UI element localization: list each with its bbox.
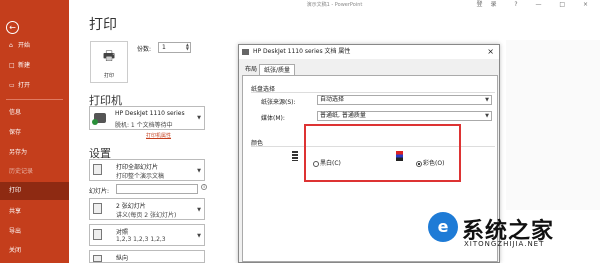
media-select[interactable]: 普通纸, 普通质量 ▼ — [317, 111, 492, 121]
print-button-label: 打印 — [103, 73, 114, 79]
radio-label: 黑白(C) — [320, 160, 341, 167]
watermark-logo-icon: e — [428, 212, 458, 242]
portrait-icon — [93, 255, 102, 262]
black-white-icon — [292, 151, 298, 161]
radio-black-white[interactable]: 黑白(C) — [313, 158, 341, 167]
slides-icon — [93, 164, 102, 175]
watermark-url: XITONGZHIJIA.NET — [464, 240, 545, 248]
option-title: 纵向 — [116, 255, 129, 262]
slides-label: 幻灯片: — [89, 188, 110, 195]
option-subtitle: 1,2,3 1,2,3 1,2,3 — [116, 236, 166, 243]
nav-open[interactable]: ▭ 打开 — [0, 77, 69, 95]
dialog-title: HP DeskJet 1110 series 文档 属性 × — [239, 45, 499, 59]
option-title: 2 张幻灯片 — [116, 203, 146, 210]
print-heading: 打印 — [89, 17, 117, 33]
printer-properties-link[interactable]: 打印机属性 — [146, 132, 171, 139]
collate-icon — [93, 229, 102, 240]
option-subtitle: 讲义(每页 2 张幻灯片) — [116, 212, 177, 219]
spinner-icon[interactable]: ▲ ▼ — [186, 43, 189, 51]
dropdown-arrow-icon: ▼ — [197, 168, 201, 174]
nav-label: 开始 — [18, 42, 31, 49]
window-controls[interactable]: 登录 ? — □ × — [476, 0, 596, 10]
nav-close[interactable]: 关闭 — [0, 242, 69, 260]
color-icon — [396, 151, 403, 161]
collate-select[interactable]: 对照 1,2,3 1,2,3 1,2,3 ▼ — [89, 224, 205, 246]
nav-save-as[interactable]: 另存为 — [0, 144, 69, 162]
nav-share[interactable]: 共享 — [0, 203, 69, 221]
close-icon[interactable]: × — [487, 45, 494, 59]
new-file-icon: □ — [9, 62, 15, 69]
dropdown-arrow-icon: ▼ — [197, 233, 201, 239]
option-title: 对照 — [116, 229, 129, 236]
copies-input[interactable]: 1 ▲ ▼ — [158, 42, 191, 53]
orientation-select[interactable]: 纵向 — [89, 250, 205, 263]
printer-status: 脱机: 1 个文档等待中 — [115, 122, 173, 129]
info-icon[interactable]: i — [201, 184, 207, 190]
dialog-title-text: HP DeskJet 1110 series 文档 属性 — [253, 48, 351, 55]
tab-paper-quality[interactable]: 纸张/质量 — [259, 64, 296, 75]
window-title: 演示文稿1 - PowerPoint 登录 ? — □ × — [306, 0, 596, 10]
slides-input[interactable] — [116, 184, 198, 194]
option-subtitle: 打印整个演示文稿 — [116, 173, 165, 180]
dropdown-arrow-icon: ▼ — [197, 115, 201, 121]
copies-label: 份数: — [137, 46, 152, 53]
option-title: 打印全部幻灯片 — [116, 164, 159, 171]
radio-color[interactable]: 彩色(O) — [416, 158, 444, 167]
nav-info[interactable]: 信息 — [0, 104, 69, 122]
nav-export[interactable]: 导出 — [0, 223, 69, 241]
tab-layout[interactable]: 布局 — [241, 64, 261, 75]
print-button[interactable]: 🖶 打印 — [90, 41, 128, 83]
divider — [251, 92, 495, 93]
dropdown-arrow-icon: ▼ — [485, 113, 489, 119]
home-icon: ⌂ — [9, 42, 13, 49]
slides-range-select[interactable]: 打印全部幻灯片 打印整个演示文稿 ▼ — [89, 159, 205, 181]
preview-area — [506, 40, 600, 210]
layout-select[interactable]: 2 张幻灯片 讲义(每页 2 张幻灯片) ▼ — [89, 198, 205, 220]
media-label: 媒体(M): — [261, 115, 285, 122]
nav-save[interactable]: 保存 — [0, 124, 69, 142]
radio-button-selected[interactable] — [416, 160, 422, 167]
copies-value: 1 — [162, 44, 166, 51]
dropdown-arrow-icon: ▼ — [197, 207, 201, 213]
radio-button[interactable] — [313, 160, 319, 167]
media-value: 普通纸, 普通质量 — [320, 112, 366, 119]
radio-label: 彩色(O) — [423, 160, 445, 167]
dropdown-arrow-icon: ▼ — [485, 97, 489, 103]
nav-print[interactable]: 打印 — [0, 182, 69, 200]
paper-source-label: 纸张来源(S): — [261, 99, 296, 106]
nav-home[interactable]: ⌂ 开始 — [0, 37, 69, 55]
back-arrow-icon[interactable]: ← — [6, 21, 19, 34]
nav-history[interactable]: 历史记录 — [0, 163, 69, 181]
paper-source-select[interactable]: 自动选择 ▼ — [317, 95, 492, 105]
printer-device-icon — [92, 113, 106, 125]
watermark: e 系统之家 XITONGZHIJIA.NET — [428, 210, 600, 263]
backstage-sidebar: ← ⌂ 开始 □ 新建 ▭ 打开 信息 保存 另存为 历史记录 打印 共享 导出 关闭 — [0, 0, 69, 263]
printer-icon: 🖶 — [102, 49, 116, 64]
paper-source-value: 自动选择 — [320, 96, 345, 103]
folder-icon: ▭ — [9, 82, 15, 89]
handout-icon — [93, 203, 102, 214]
nav-label: 打开 — [18, 82, 31, 89]
divider — [251, 146, 495, 147]
nav-new[interactable]: □ 新建 — [0, 57, 69, 75]
divider — [6, 99, 63, 100]
nav-label: 新建 — [18, 62, 31, 69]
printer-name: HP DeskJet 1110 series — [115, 110, 185, 117]
printer-select[interactable]: HP DeskJet 1110 series 脱机: 1 个文档等待中 ▼ — [89, 106, 205, 130]
printer-small-icon — [242, 49, 249, 55]
